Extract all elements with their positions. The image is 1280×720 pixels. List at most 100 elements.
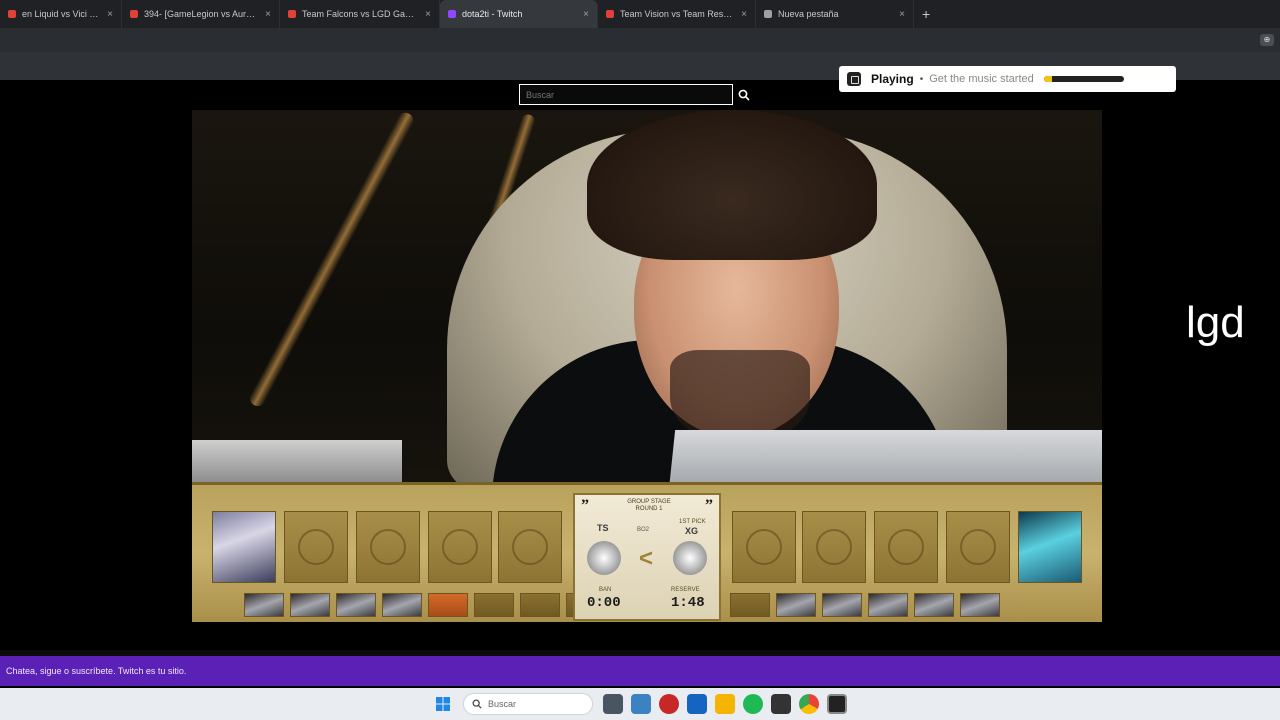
wings-emblem-icon <box>960 529 996 565</box>
pick-slot-left-4 <box>428 511 492 583</box>
record-icon[interactable] <box>659 694 679 714</box>
first-pick-note: 1ST PICK <box>679 519 706 525</box>
team-emblem-icon <box>298 529 334 565</box>
ban-slot <box>520 593 560 617</box>
tab-label: dota2ti - Twitch <box>462 9 523 19</box>
tab-vision-vs-resilience[interactable]: Team Vision vs Team Resilience × <box>598 0 756 28</box>
player-separator: • <box>919 73 924 85</box>
search-icon[interactable] <box>735 84 753 105</box>
ban-slot <box>382 593 422 617</box>
desk-equipment <box>192 440 402 482</box>
ban-slot <box>428 593 468 617</box>
file-explorer-icon[interactable] <box>631 694 651 714</box>
ban-slot <box>244 593 284 617</box>
draft-stage: GROUP STAGE ROUND 1 <box>595 499 703 513</box>
background-light-streak <box>247 110 417 409</box>
ban-slot <box>290 593 330 617</box>
right-timer-caption: RESERVE <box>671 587 700 593</box>
task-view-icon[interactable] <box>603 694 623 714</box>
search-icon <box>472 699 482 709</box>
ban-slot <box>868 593 908 617</box>
chrome-icon[interactable] <box>799 694 819 714</box>
tab-label: en Liquid vs Vici Gaming - <box>22 9 99 19</box>
team-emblem-icon <box>370 529 406 565</box>
tab-dota2ti-twitch[interactable]: dota2ti - Twitch × <box>440 0 598 28</box>
tab-close-icon[interactable]: × <box>425 9 431 20</box>
tab-close-icon[interactable]: × <box>107 9 113 20</box>
player-progress-bar[interactable] <box>1043 76 1124 82</box>
tab-falcons-vs-lgd[interactable]: Team Falcons vs LGD Gaming - × <box>280 0 440 28</box>
banner-text: Chatea, sigue o suscríbete. Twitch es tu… <box>6 666 187 676</box>
music-player-widget[interactable]: Playing • Get the music started <box>839 66 1176 92</box>
player-status: Playing <box>871 72 914 86</box>
app-icon[interactable] <box>771 694 791 714</box>
ban-slot <box>730 593 770 617</box>
player-icon <box>847 72 861 86</box>
search-input[interactable] <box>519 84 733 105</box>
wings-emblem-icon <box>888 529 924 565</box>
taskbar-search[interactable]: Buscar <box>463 693 593 715</box>
player-progress-fill <box>1043 76 1052 82</box>
tab-close-icon[interactable]: × <box>741 9 747 20</box>
pick-slot-left-3 <box>356 511 420 583</box>
draft-center-card: ” ” GROUP STAGE ROUND 1 TS BO2 1ST PICK … <box>573 493 721 621</box>
tab-close-icon[interactable]: × <box>583 9 589 20</box>
obs-icon[interactable] <box>827 694 847 714</box>
ban-slot <box>914 593 954 617</box>
left-timer-caption: BAN <box>599 587 612 593</box>
wings-emblem-icon <box>816 529 852 565</box>
right-timer: 1:48 <box>671 595 705 611</box>
ban-slot <box>960 593 1000 617</box>
video-player[interactable] <box>192 110 1102 482</box>
twitch-favicon-icon <box>448 10 456 18</box>
tab-gamelegion-vs-aurora[interactable]: 394- [GameLegion vs Aurora × <box>122 0 280 28</box>
quote-mark-left: ” <box>581 497 589 514</box>
twitch-signup-banner[interactable]: Chatea, sigue o suscríbete. Twitch es tu… <box>0 656 1280 686</box>
tab-new-tab[interactable]: Nueva pestaña × <box>756 0 914 28</box>
chat-icon[interactable] <box>687 694 707 714</box>
stage-label: GROUP STAGE <box>627 499 671 505</box>
player-hair <box>587 110 877 260</box>
side-team-text: lgd <box>1186 298 1245 347</box>
folder-icon[interactable] <box>715 694 735 714</box>
tab-liquid-vs-vici[interactable]: en Liquid vs Vici Gaming - × <box>0 0 122 28</box>
right-team-crest-icon <box>673 541 707 575</box>
tab-label: Nueva pestaña <box>778 9 839 19</box>
turn-arrow-icon: < <box>639 545 654 572</box>
search-bar <box>519 84 753 105</box>
taskbar-search-label: Buscar <box>488 699 517 709</box>
pick-slot-right-2 <box>802 511 866 583</box>
quote-mark-right: ” <box>705 497 713 514</box>
draft-panel: ” ” GROUP STAGE ROUND 1 TS BO2 1ST PICK … <box>192 482 1102 622</box>
monitor <box>668 430 1102 482</box>
pick-slot-left-2 <box>284 511 348 583</box>
spotify-icon[interactable] <box>743 694 763 714</box>
tab-close-icon[interactable]: × <box>899 9 905 20</box>
left-team-crest-icon <box>587 541 621 575</box>
ban-slot <box>336 593 376 617</box>
extension-icon[interactable]: ⊕ <box>1260 34 1274 46</box>
youtube-favicon-icon <box>8 10 16 18</box>
player-message: Get the music started <box>929 73 1034 85</box>
taskbar: Buscar <box>0 688 1280 720</box>
newtab-favicon-icon <box>764 10 772 18</box>
new-tab-button[interactable]: + <box>922 6 930 22</box>
ban-slot <box>776 593 816 617</box>
wings-emblem-icon <box>746 529 782 565</box>
pick-slot-right-1 <box>732 511 796 583</box>
tab-label: 394- [GameLegion vs Aurora <box>144 9 258 19</box>
ban-slot <box>822 593 862 617</box>
right-team-tag: XG <box>685 526 699 536</box>
tab-label: Team Falcons vs LGD Gaming - <box>302 9 417 19</box>
left-team-tag: TS <box>597 523 609 533</box>
tab-label: Team Vision vs Team Resilience <box>620 9 733 19</box>
pick-slot-left-1 <box>212 511 276 583</box>
browser-toolbar: ⊕ <box>0 28 1280 52</box>
page-content: Playing • Get the music started lgd <box>0 66 1280 650</box>
tab-close-icon[interactable]: × <box>265 9 271 20</box>
series-format: BO2 <box>637 527 650 533</box>
screen: en Liquid vs Vici Gaming - × 394- [GameL… <box>0 0 1280 720</box>
windows-start-icon[interactable] <box>433 694 453 714</box>
pick-slot-right-5 <box>1018 511 1082 583</box>
youtube-favicon-icon <box>130 10 138 18</box>
